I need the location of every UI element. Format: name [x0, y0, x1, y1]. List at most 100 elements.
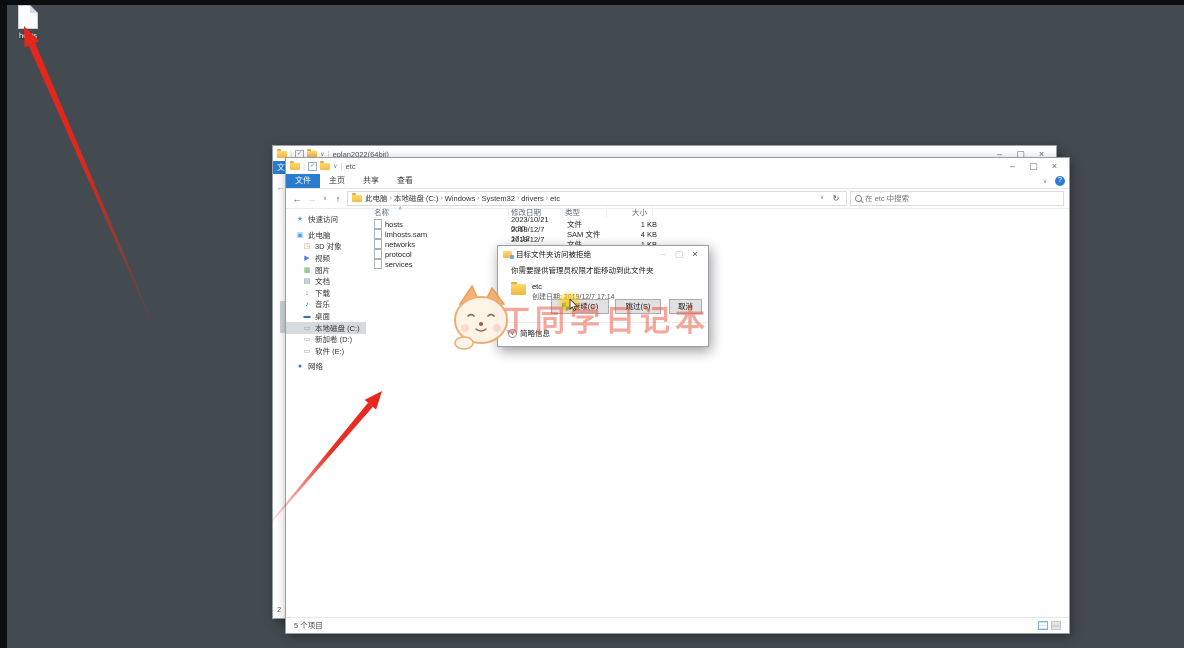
sidebar-item[interactable]: ● 网络	[286, 361, 366, 373]
details-toggle[interactable]: ∨ 简略信息	[508, 328, 550, 339]
sidebar-item-label: 新加卷 (D:)	[315, 335, 353, 345]
column-header-type[interactable]: 类型	[563, 207, 607, 218]
close-button[interactable]: ×	[687, 248, 703, 261]
breadcrumb-item[interactable]: › 本地磁盘 (C:)	[390, 193, 439, 204]
sidebar-item[interactable]: ▭ 本地磁盘 (C:)	[286, 322, 366, 334]
sidebar-item-icon: ★	[296, 216, 304, 224]
sidebar-item-label: 本地磁盘 (C:)	[315, 323, 360, 333]
desktop-icon-hosts[interactable]: hosts	[10, 5, 46, 40]
search-box[interactable]	[850, 191, 1064, 206]
minimize-button[interactable]: –	[1002, 160, 1023, 173]
sidebar-item[interactable]: ▭ 软件 (E:)	[286, 346, 366, 358]
back-window-back-icon: ←	[276, 182, 285, 192]
file-list: ∧ 名称 修改日期 类型 大小 hosts 2023/10/21 0:30 文件…	[366, 206, 1069, 618]
file-row[interactable]: services	[366, 259, 1069, 269]
file-row[interactable]: networks 2019/12/7 17:12 文件 1 KB	[366, 235, 1069, 253]
sidebar-item[interactable]: ▶ 视频	[286, 253, 366, 265]
sidebar-item-icon: ▭	[303, 347, 311, 355]
file-row[interactable]: hosts 2023/10/21 0:30 文件 1 KB	[366, 215, 1069, 233]
sidebar-item-label: 视频	[315, 254, 330, 264]
breadcrumb-item[interactable]: › etc	[546, 194, 560, 203]
cancel-button[interactable]: 取消	[669, 299, 702, 314]
skip-button[interactable]: 跳过(S)	[615, 299, 661, 314]
sidebar-item[interactable]: ▦ 图片	[286, 264, 366, 276]
breadcrumb-item[interactable]: › drivers	[517, 194, 544, 203]
screen: hosts | ✓ ∨ | eplan2022(64bit) – ▢ × 文 ←…	[0, 0, 1184, 648]
letterbox-top	[0, 0, 1184, 5]
breadcrumb-item[interactable]: › System32	[477, 194, 515, 203]
up-button[interactable]: ↑	[332, 194, 344, 204]
file-icon	[374, 239, 382, 249]
sidebar-item-icon: ▭	[303, 324, 311, 332]
breadcrumb-item[interactable]: › Windows	[440, 194, 475, 203]
sidebar-item-label: 音乐	[315, 300, 330, 310]
recent-locations-icon[interactable]: ∨	[321, 195, 329, 202]
forward-button[interactable]: →	[306, 194, 318, 204]
minimize-button: –	[660, 248, 666, 259]
close-button[interactable]: ×	[1044, 160, 1065, 173]
folder-icon	[290, 161, 300, 170]
address-bar[interactable]: › 此电脑 › 本地磁盘 (C:) › Windows	[347, 191, 847, 206]
maximize-button[interactable]: ▢	[1023, 160, 1044, 173]
sidebar-item[interactable]: ▬ 桌面	[286, 311, 366, 323]
sidebar-item-label: 3D 对象	[315, 242, 342, 252]
file-icon	[374, 229, 382, 239]
sidebar-item-icon: ◳	[303, 243, 311, 251]
sidebar-item-icon: ●	[297, 363, 303, 371]
file-row[interactable]: protocol	[366, 249, 1069, 259]
back-button[interactable]: ←	[291, 194, 303, 204]
tab-file[interactable]: 文件	[286, 174, 320, 188]
window-etc-explorer: | ✓ ∨ | etc – ▢ × 文件 主页 共享 查看 ∨ ? ← → ∨ …	[285, 157, 1070, 634]
breadcrumb-item[interactable]: › 此电脑	[365, 193, 388, 204]
folder-icon	[511, 282, 526, 295]
window-title: etc	[345, 162, 356, 171]
help-icon[interactable]: ?	[1055, 176, 1065, 186]
search-input[interactable]	[865, 194, 1059, 203]
skip-button-label: 跳过(S)	[625, 302, 651, 311]
sidebar-item[interactable]: ♪ 音乐	[286, 299, 366, 311]
sidebar-item-icon: ▭	[303, 336, 311, 344]
large-icons-view-button[interactable]	[1051, 621, 1061, 630]
mouse-cursor-icon	[569, 299, 579, 312]
file-row[interactable]: lmhosts.sam 2019/12/7 17:12 SAM 文件 4 KB	[366, 225, 1069, 243]
sidebar-item-label: 图片	[315, 265, 330, 275]
column-header-size[interactable]: 大小	[607, 207, 653, 218]
move-file-icon	[503, 250, 514, 259]
sidebar-item-label: 软件 (E:)	[315, 346, 345, 356]
sidebar-item-icon: ▤	[303, 278, 311, 286]
letterbox-left	[0, 0, 7, 648]
sidebar-item[interactable]: ▭ 新加卷 (D:)	[286, 334, 366, 346]
tab-view[interactable]: 查看	[388, 174, 422, 188]
column-header-date[interactable]: 修改日期	[509, 207, 563, 218]
dialog-title: 目标文件夹访问被拒绝	[516, 249, 591, 259]
chevron-down-icon[interactable]: ∨	[333, 163, 337, 170]
dialog-separator	[498, 322, 708, 323]
titlebar: | ✓ ∨ | etc – ▢ ×	[286, 158, 1069, 174]
sidebar-item-icon: ▣	[296, 231, 304, 239]
breadcrumb-separator-icon: ›	[477, 195, 480, 202]
sidebar-item[interactable]: ◳ 3D 对象	[286, 241, 366, 253]
navigation-pane: ★ 快速访问 ▣ 此电脑 ◳ 3D 对象 ▶ 视频 ▦ 图片 ▤ 文档 ↓ 下载…	[286, 206, 366, 618]
sidebar-item-label: 此电脑	[308, 230, 331, 240]
expand-ribbon-icon[interactable]: ∨	[1041, 178, 1049, 185]
file-icon	[374, 259, 382, 269]
column-headers: ∧ 名称 修改日期 类型 大小	[366, 206, 1069, 219]
sidebar-item-label: 桌面	[315, 312, 330, 322]
column-header-name[interactable]: 名称	[366, 207, 509, 218]
chevron-circle-icon: ∨	[508, 329, 517, 338]
breadcrumb-separator-icon: ›	[516, 195, 520, 202]
refresh-icon[interactable]: ↻	[830, 194, 842, 203]
sidebar-item-label: 文档	[315, 277, 330, 287]
address-dropdown-icon[interactable]: ∨	[818, 194, 826, 203]
sidebar-item-icon: ▶	[304, 255, 310, 263]
sidebar-item[interactable]: ↓ 下载	[286, 288, 366, 300]
details-view-button[interactable]	[1038, 621, 1048, 630]
sidebar-item[interactable]: ★ 快速访问	[286, 214, 366, 226]
sidebar-item-icon: ↓	[305, 289, 309, 297]
sidebar-item[interactable]: ▤ 文档	[286, 276, 366, 288]
details-toggle-label: 简略信息	[520, 329, 550, 338]
tab-share[interactable]: 共享	[354, 174, 388, 188]
tab-home[interactable]: 主页	[320, 174, 354, 188]
sidebar-item[interactable]: ▣ 此电脑	[286, 230, 366, 242]
arrow-to-hosts-icon	[24, 26, 153, 323]
